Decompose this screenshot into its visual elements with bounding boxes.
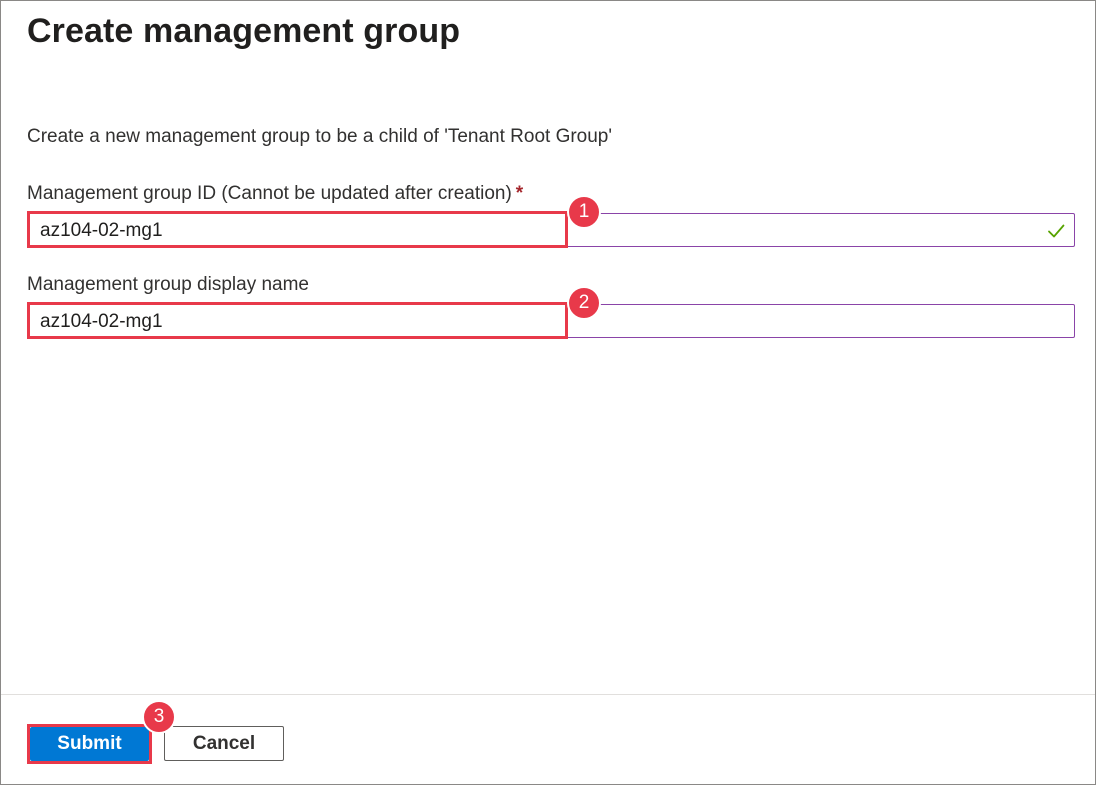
display-name-label: Management group display name (27, 274, 310, 295)
dialog-panel (0, 0, 1096, 785)
cancel-button[interactable]: Cancel (164, 726, 284, 761)
group-id-label: Management group ID (Cannot be updated a… (27, 183, 523, 205)
step-badge-3: 3 (142, 700, 176, 734)
footer-divider (1, 694, 1095, 695)
display-name-input[interactable]: az104-02-mg1 (27, 304, 1075, 338)
checkmark-icon (1048, 224, 1065, 238)
step-badge-1: 1 (567, 195, 601, 229)
group-id-value: az104-02-mg1 (40, 220, 163, 241)
submit-button[interactable]: Submit (30, 727, 149, 761)
group-id-label-text: Management group ID (Cannot be updated a… (27, 183, 512, 204)
step-badge-2: 2 (567, 286, 601, 320)
page-title: Create management group (27, 12, 461, 50)
required-marker: * (515, 183, 524, 204)
display-name-value: az104-02-mg1 (40, 311, 163, 332)
page-description: Create a new management group to be a ch… (27, 126, 613, 147)
group-id-input[interactable]: az104-02-mg1 (27, 213, 1075, 247)
